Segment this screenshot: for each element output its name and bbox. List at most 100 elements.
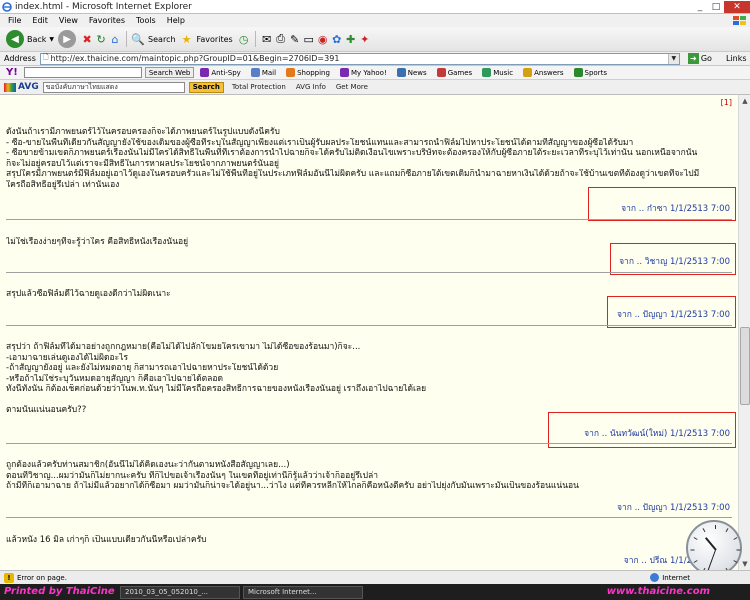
yahoo-item-answers[interactable]: Answers [523,68,564,77]
answers-icon [523,68,533,77]
page-content: [1] ดังนั้นถ้าเรามีภาพยนตร์ไว้ในครอบครอง… [0,95,738,570]
vertical-scrollbar[interactable]: ▲ ▼ [738,95,750,570]
yahoo-item-my-yahoo[interactable]: My Yahoo! [339,68,387,77]
yahoo-item-anti-spy[interactable]: Anti-Spy [200,68,241,77]
music-icon [482,68,492,77]
page-icon[interactable]: ▭ [302,32,316,46]
address-bar: Address 🗋 http://ex.thaicine.com/maintop… [0,52,750,66]
mail-icon[interactable]: ✉ [260,32,274,46]
forward-button[interactable]: ▶ [58,30,77,48]
post-divider [6,517,732,518]
main-toolbar: ◀ Back ▼ ▶ ✖ ↻ ⌂ 🔍 Search ★ Favorites ◷ … [0,27,750,52]
status-bar: ! Error on page. Internet [0,570,750,584]
chevron-down-icon[interactable]: ▼ [667,53,679,64]
address-input[interactable]: 🗋 http://ex.thaicine.com/maintopic.php?G… [39,52,680,65]
status-text: Error on page. [17,573,67,582]
yahoo-toolbar: Y! Search Web Anti-Spy Mail Shopping My … [0,66,750,80]
yahoo-item-shopping[interactable]: Shopping [286,68,330,77]
menu-file[interactable]: File [8,16,21,25]
scroll-up-icon[interactable]: ▲ [739,95,750,107]
clock-tick [715,525,716,529]
chevron-down-icon: ▼ [49,35,55,43]
anti-spy-icon [200,68,210,77]
avg-search-input[interactable]: ขอบังคับภาษาไทยแสดง [42,81,185,93]
menu-help[interactable]: Help [167,16,185,25]
page-marker[interactable]: [1] [721,98,732,107]
stop-icon[interactable]: ✖ [80,32,94,46]
page-icon: 🗋 [42,53,49,61]
scroll-down-icon[interactable]: ▼ [739,558,750,570]
favorites-button[interactable]: ★ Favorites [180,32,233,46]
post-divider [6,219,732,220]
avg-total-protection[interactable]: Total Protection [232,83,286,91]
clock-tick [693,537,698,540]
menu-view[interactable]: View [59,16,78,25]
window-controls: _ □ ✕ [692,0,750,13]
back-arrow-icon: ◀ [6,30,24,48]
clock-tick [733,560,738,563]
sports-icon [573,68,583,77]
yahoo-item-games[interactable]: Games [436,68,472,77]
history-icon[interactable]: ◷ [237,32,251,46]
search-button[interactable]: 🔍 Search [131,32,175,46]
games-icon [436,68,446,77]
scrollbar-thumb[interactable] [740,327,750,405]
globe-icon [650,573,660,582]
windows-flag-icon [733,16,746,25]
post-signature: จาก .. ปัญญา 1/1/2513 7:00 [616,503,730,513]
menu-favorites[interactable]: Favorites [89,16,125,25]
avg-toolbar: AVG ขอบังคับภาษาไทยแสดง Search Total Pro… [0,80,750,95]
clock-tick [725,528,729,533]
clock-widget [686,520,742,576]
yahoo-item-sports[interactable]: Sports [573,68,607,77]
taskbar-item-ie[interactable]: Microsoft Internet... [243,585,363,599]
clock-hour-hand [704,537,717,551]
post-signature: จาก .. วิชาญ 1/1/2513 7:00 [619,257,730,267]
tools-icon[interactable]: ✦ [358,32,372,46]
yahoo-item-news[interactable]: News [396,68,427,77]
post-divider [6,443,732,444]
post-body: แล้วหนัง 16 มิล เก่าๆก็ เป็นแบบเดียวกันน… [6,535,207,545]
search-icon: 🔍 [131,32,145,46]
refresh-icon[interactable]: ↻ [94,32,108,46]
menu-tools[interactable]: Tools [136,16,156,25]
research-icon[interactable]: ◉ [316,32,330,46]
back-button[interactable]: ◀ Back ▼ [6,30,54,48]
links-button[interactable]: Links [726,54,747,63]
go-button[interactable]: ➜ Go [687,53,712,64]
watermark-right: www.thaicine.com [606,586,710,597]
yahoo-item-music[interactable]: Music [482,68,513,77]
close-button[interactable]: ✕ [724,0,750,13]
title-bar: index.html - Microsoft Internet Explorer… [0,0,750,14]
post-body: ดังนั้นถ้าเรามีภาพยนตร์ไว้ในครอบครองก็จะ… [6,127,700,190]
clock-minute-hand [707,549,716,571]
print-icon[interactable]: ⎙ [274,32,288,46]
security-zone: Internet [650,573,690,582]
yahoo-search-input[interactable] [23,67,142,78]
messenger-icon[interactable]: ✿ [330,32,344,46]
window-title: index.html - Microsoft Internet Explorer [15,1,192,12]
yahoo-search-web-button[interactable]: Search Web [144,67,195,78]
star-icon: ★ [181,32,192,46]
address-label: Address [4,54,36,63]
minimize-button[interactable]: _ [692,1,708,13]
yahoo-item-mail[interactable]: Mail [250,68,276,77]
taskbar-item-folder[interactable]: 2010_03_05_052010_... [120,585,240,599]
clock-tick [702,528,706,533]
home-icon[interactable]: ⌂ [108,32,122,46]
edit-icon[interactable]: ✎ [288,32,302,46]
avg-get-more[interactable]: Get More [336,83,368,91]
maximize-button[interactable]: □ [708,1,724,13]
plugin-icon[interactable]: ✚ [344,32,358,46]
avg-logo-icon [4,82,16,92]
avg-search-button[interactable]: Search [188,81,224,93]
warning-icon[interactable]: ! [4,572,14,583]
avg-logo[interactable]: AVG [4,82,39,92]
clock-tick [690,549,695,551]
go-arrow-icon: ➜ [687,53,699,64]
avg-info[interactable]: AVG Info [296,83,326,91]
menu-edit[interactable]: Edit [32,16,48,25]
news-icon [396,68,406,77]
yahoo-logo-icon[interactable]: Y! [6,67,18,78]
toolbar-separator [254,31,256,47]
